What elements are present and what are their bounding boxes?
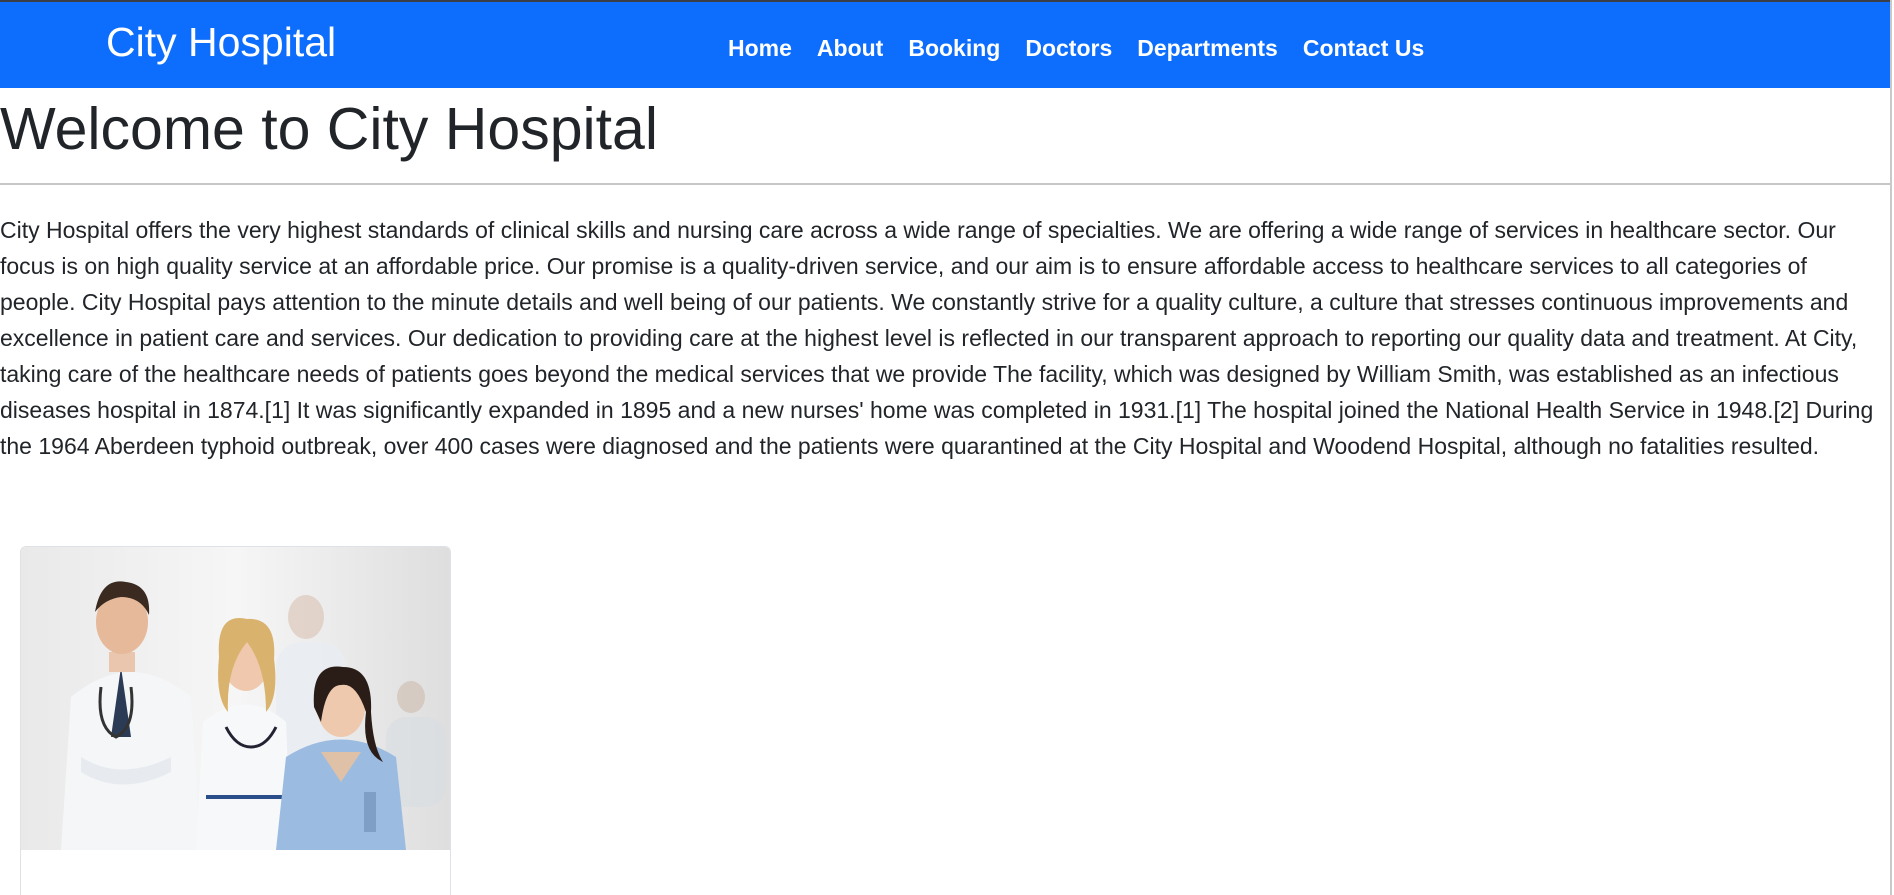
nav-link-booking[interactable]: Booking (908, 35, 1000, 61)
nav-links: Home About Booking Doctors Departments C… (728, 31, 1424, 65)
scrollbar-edge (1890, 0, 1892, 895)
brand-link[interactable]: City Hospital (106, 18, 336, 66)
nav-link-about[interactable]: About (817, 35, 883, 61)
nav-link-departments[interactable]: Departments (1137, 35, 1278, 61)
nav-link-home[interactable]: Home (728, 35, 792, 61)
doctors-card (20, 546, 451, 895)
nav-link-contact-us[interactable]: Contact Us (1303, 35, 1424, 61)
medical-staff-photo-icon (21, 547, 450, 850)
navbar: City Hospital Home About Booking Doctors… (0, 0, 1890, 88)
nav-link-doctors[interactable]: Doctors (1025, 35, 1112, 61)
intro-paragraph: City Hospital offers the very highest st… (0, 217, 1874, 459)
divider (0, 183, 1890, 185)
page-title: Welcome to City Hospital (0, 96, 658, 162)
page: City Hospital Home About Booking Doctors… (0, 0, 1894, 895)
